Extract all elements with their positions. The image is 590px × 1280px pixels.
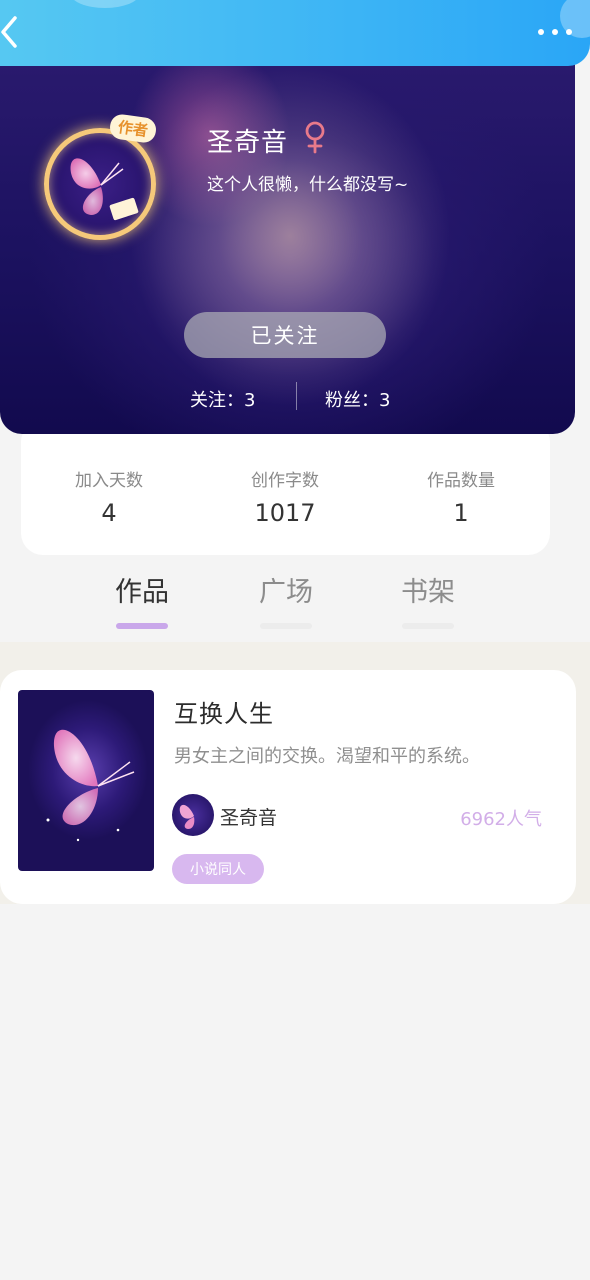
stat-value: 4 xyxy=(101,499,117,527)
female-icon xyxy=(305,121,325,154)
more-horizontal-icon xyxy=(538,29,544,35)
book-cover[interactable] xyxy=(18,690,154,871)
tab-indicator xyxy=(260,623,312,629)
profile-header: 作者 圣奇音 这个人很懒，什么都没写~ 已关注 关注：3 粉丝：3 xyxy=(0,56,575,434)
butterfly-icon xyxy=(70,158,139,221)
user-name: 圣奇音 xyxy=(207,128,289,158)
author-row: 圣奇音 6962人气 xyxy=(172,794,552,836)
tab-bar: 作品 广场 书架 xyxy=(0,570,590,634)
butterfly-icon xyxy=(46,729,135,842)
avatar[interactable] xyxy=(172,794,214,836)
tab-label: 作品 xyxy=(115,577,169,608)
tab-works[interactable]: 作品 xyxy=(102,570,182,629)
stat-word-count: 创作字数 1017 xyxy=(197,466,373,527)
avatar-frame xyxy=(44,128,156,240)
butterfly-icon xyxy=(179,804,195,829)
stat-label: 加入天数 xyxy=(75,471,143,491)
top-bar xyxy=(0,0,590,66)
tab-bookshelf[interactable]: 书架 xyxy=(388,570,468,629)
avatar[interactable]: 作者 xyxy=(36,110,166,240)
back-button[interactable] xyxy=(0,12,24,52)
tab-label: 书架 xyxy=(401,577,455,608)
stat-works-count: 作品数量 1 xyxy=(373,466,549,527)
work-description: 男女主之间的交换。渴望和平的系统。 xyxy=(174,746,480,767)
user-bio: 这个人很懒，什么都没写~ xyxy=(207,175,409,195)
tab-square[interactable]: 广场 xyxy=(246,570,326,629)
follow-button[interactable]: 已关注 xyxy=(184,312,386,358)
stat-value: 1017 xyxy=(254,499,316,527)
follow-counts: 关注：3 粉丝：3 xyxy=(0,382,575,412)
stat-label: 创作字数 xyxy=(251,471,319,491)
work-card[interactable]: 互换人生 男女主之间的交换。渴望和平的系统。 圣奇音 6962人气 小说同人 xyxy=(0,670,576,904)
stat-value: 1 xyxy=(453,499,469,527)
popularity-count: 6962人气 xyxy=(460,809,542,830)
following-count[interactable]: 关注：3 xyxy=(190,386,255,412)
chevron-left-icon xyxy=(1,16,17,48)
stat-label: 作品数量 xyxy=(427,471,495,491)
profile-page: 作者 圣奇音 这个人很懒，什么都没写~ 已关注 关注：3 粉丝：3 加入天数 4… xyxy=(0,0,590,1280)
tab-indicator xyxy=(116,623,168,629)
work-title[interactable]: 互换人生 xyxy=(174,694,274,729)
tab-label: 广场 xyxy=(259,577,313,608)
more-button[interactable] xyxy=(538,22,572,42)
stat-join-days: 加入天数 4 xyxy=(21,466,197,527)
stats-card: 加入天数 4 创作字数 1017 作品数量 1 xyxy=(21,420,550,555)
decor-bubble xyxy=(70,0,140,8)
fans-count[interactable]: 粉丝：3 xyxy=(325,386,390,412)
author-name: 圣奇音 xyxy=(220,807,278,829)
tab-indicator xyxy=(402,623,454,629)
genre-tag: 小说同人 xyxy=(172,854,264,884)
divider xyxy=(296,382,297,410)
